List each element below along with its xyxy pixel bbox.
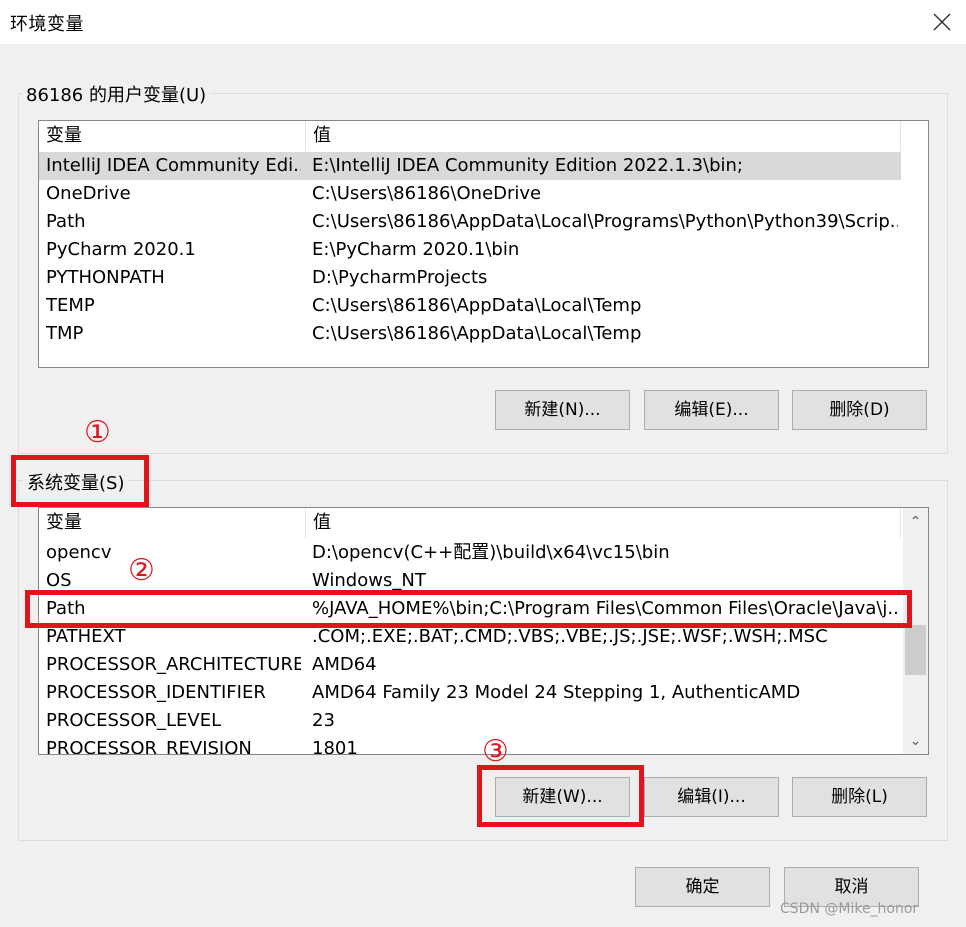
column-header-variable[interactable]: 变量 (39, 121, 305, 151)
annotation-number-2: ② (128, 553, 155, 588)
user-variables-label: 86186 的用户变量(U) (22, 81, 211, 107)
table-row[interactable]: opencv D:\opencv(C++配置)\build\x64\vc15\b… (39, 539, 901, 567)
column-header-variable[interactable]: 变量 (39, 508, 305, 538)
user-variables-list[interactable]: 变量 值 IntelliJ IDEA Community Edi... E:\I… (38, 120, 929, 368)
title-bar: 环境变量 (0, 0, 966, 44)
window-title: 环境变量 (10, 14, 84, 35)
table-row[interactable]: PATHEXT .COM;.EXE;.BAT;.CMD;.VBS;.VBE;.J… (39, 623, 901, 651)
variable-name: Path (46, 598, 86, 619)
list-header: 变量 值 (39, 508, 901, 538)
system-delete-button[interactable]: 删除(L) (792, 777, 927, 817)
scrollbar-thumb[interactable] (905, 625, 926, 675)
variable-name: PROCESSOR_IDENTIFIER (46, 682, 266, 703)
variable-name: PATHEXT (46, 626, 126, 647)
annotation-number-1: ① (84, 415, 111, 450)
column-header-value[interactable]: 值 (306, 121, 901, 151)
variable-value: AMD64 Family 23 Model 24 Stepping 1, Aut… (312, 682, 801, 703)
variable-value: .COM;.EXE;.BAT;.CMD;.VBS;.VBE;.JS;.JSE;.… (312, 626, 828, 647)
table-row[interactable]: PROCESSOR_REVISION 1801 (39, 735, 901, 755)
table-row[interactable]: OneDrive C:\Users\86186\OneDrive (39, 180, 901, 208)
variable-value: D:\PycharmProjects (312, 267, 488, 288)
user-new-button[interactable]: 新建(N)... (495, 390, 630, 430)
system-variables-list[interactable]: 变量 值 opencv D:\opencv(C++配置)\build\x64\v… (38, 507, 929, 755)
ok-button[interactable]: 确定 (635, 867, 770, 907)
variable-value: C:\Users\86186\AppData\Local\Temp (312, 295, 642, 316)
system-new-button[interactable]: 新建(W)... (495, 777, 630, 817)
variable-name: TEMP (46, 295, 95, 316)
table-row[interactable]: Path C:\Users\86186\AppData\Local\Progra… (39, 208, 901, 236)
variable-name: OS (46, 570, 72, 591)
variable-value: D:\opencv(C++配置)\build\x64\vc15\bin (312, 542, 670, 563)
annotation-number-3: ③ (482, 734, 509, 769)
list-header: 变量 值 (39, 121, 901, 151)
table-row[interactable]: Path %JAVA_HOME%\bin;C:\Program Files\Co… (39, 595, 901, 623)
variable-name: PYTHONPATH (46, 267, 165, 288)
variable-value: AMD64 (312, 654, 377, 675)
variable-name: TMP (46, 323, 84, 344)
table-row[interactable]: PROCESSOR_LEVEL 23 (39, 707, 901, 735)
variable-value: E:\IntelliJ IDEA Community Edition 2022.… (312, 155, 743, 176)
table-row[interactable]: PYTHONPATH D:\PycharmProjects (39, 264, 901, 292)
variable-name: opencv (46, 542, 112, 563)
system-variables-label: 系统变量(S) (23, 469, 129, 495)
variable-name: PROCESSOR_ARCHITECTURE (46, 654, 301, 675)
table-row[interactable]: IntelliJ IDEA Community Edi... E:\Intell… (39, 152, 901, 180)
user-edit-button[interactable]: 编辑(E)... (644, 390, 779, 430)
vertical-scrollbar[interactable]: ⌃ ⌄ (903, 508, 928, 754)
table-row[interactable]: TEMP C:\Users\86186\AppData\Local\Temp (39, 292, 901, 320)
column-header-value[interactable]: 值 (306, 508, 901, 538)
variable-value: %JAVA_HOME%\bin;C:\Program Files\Common … (312, 598, 898, 619)
table-row[interactable]: PROCESSOR_IDENTIFIER AMD64 Family 23 Mod… (39, 679, 901, 707)
variable-name: PROCESSOR_REVISION (46, 738, 252, 755)
scroll-up-icon[interactable]: ⌃ (903, 511, 928, 533)
variable-name: Path (46, 211, 86, 232)
scroll-down-icon[interactable]: ⌄ (903, 730, 928, 752)
variable-name: PROCESSOR_LEVEL (46, 710, 222, 731)
variable-name: OneDrive (46, 183, 131, 204)
variable-value: C:\Users\86186\OneDrive (312, 183, 542, 204)
table-row[interactable]: OS Windows_NT (39, 567, 901, 595)
variable-value: 1801 (312, 738, 358, 755)
variable-value: 23 (312, 710, 335, 731)
system-edit-button[interactable]: 编辑(I)... (644, 777, 779, 817)
variable-name: IntelliJ IDEA Community Edi... (46, 155, 301, 176)
watermark: CSDN @Mike_honor (780, 901, 919, 917)
table-row[interactable]: PyCharm 2020.1 E:\PyCharm 2020.1\bin (39, 236, 901, 264)
variable-value: E:\PyCharm 2020.1\bin (312, 239, 520, 260)
variable-value: Windows_NT (312, 570, 426, 591)
user-delete-button[interactable]: 删除(D) (792, 390, 927, 430)
variable-name: PyCharm 2020.1 (46, 239, 196, 260)
table-row[interactable]: TMP C:\Users\86186\AppData\Local\Temp (39, 320, 901, 348)
variable-value: C:\Users\86186\AppData\Local\Temp (312, 323, 642, 344)
close-icon[interactable] (930, 10, 954, 34)
table-row[interactable]: PROCESSOR_ARCHITECTURE AMD64 (39, 651, 901, 679)
variable-value: C:\Users\86186\AppData\Local\Programs\Py… (312, 211, 898, 232)
